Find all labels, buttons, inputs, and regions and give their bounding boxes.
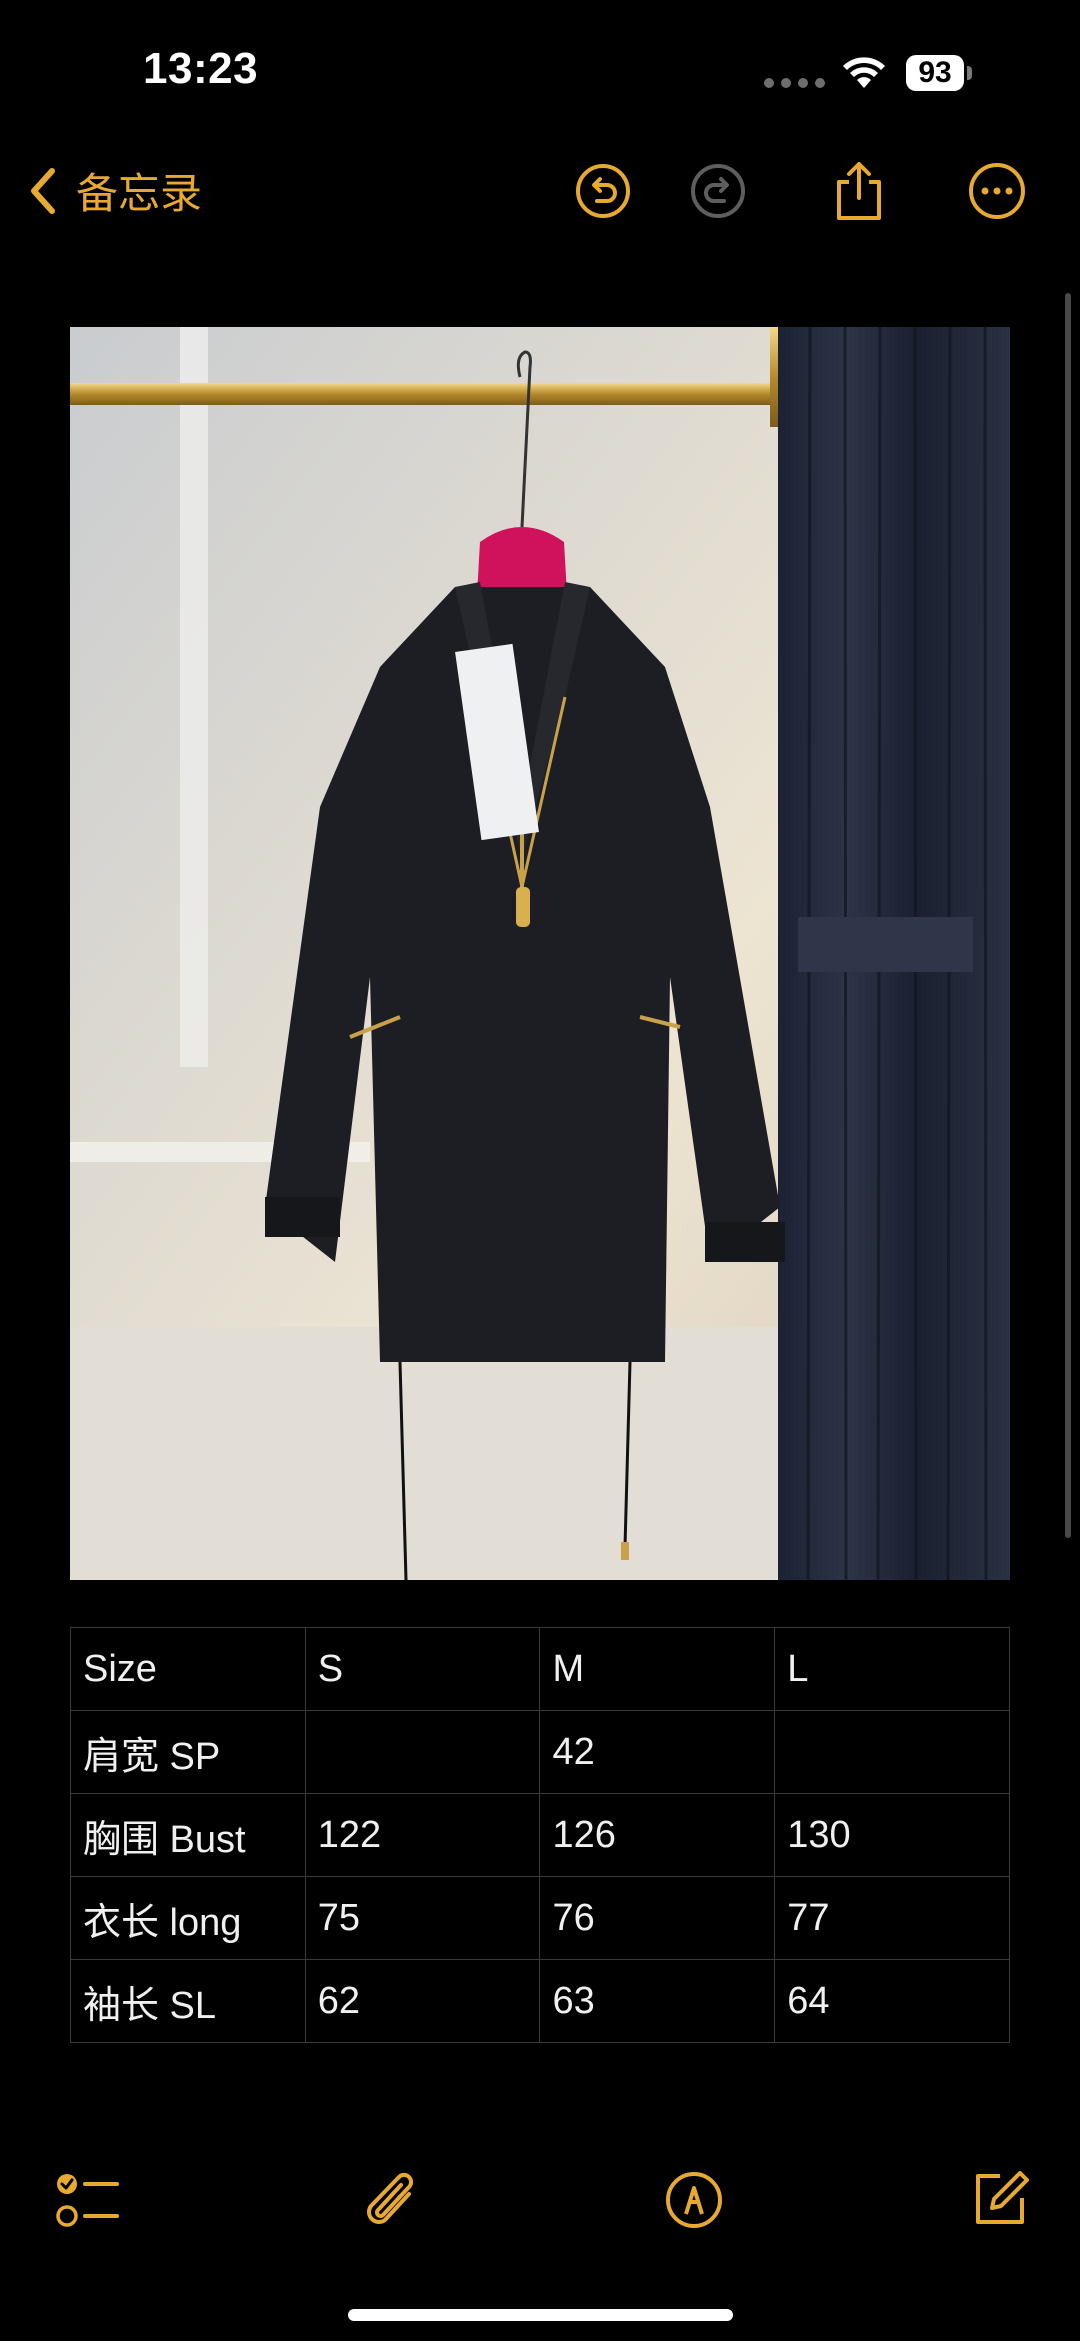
table-cell[interactable]: 126: [539, 1793, 776, 1877]
redo-icon[interactable]: [690, 163, 746, 219]
table-cell[interactable]: 衣长 long: [70, 1876, 306, 1960]
share-icon[interactable]: [831, 160, 887, 222]
status-time: 13:23: [143, 44, 259, 93]
scrollbar[interactable]: [1065, 293, 1071, 1538]
table-row: 胸围 Bust 122 126 130: [70, 1793, 1010, 1877]
home-indicator[interactable]: [348, 2309, 733, 2321]
undo-icon[interactable]: [575, 163, 631, 219]
signal-dots-icon: [764, 78, 825, 88]
markup-icon[interactable]: [664, 2170, 724, 2230]
table-cell[interactable]: 肩宽 SP: [70, 1710, 306, 1794]
back-label: 备忘录: [76, 170, 203, 217]
jacket-photo-illustration: [70, 327, 1010, 1580]
table-cell[interactable]: 胸围 Bust: [70, 1793, 306, 1877]
table-cell[interactable]: 64: [774, 1959, 1010, 2043]
table-cell[interactable]: 62: [304, 1959, 541, 2043]
table-cell[interactable]: 42: [539, 1710, 776, 1794]
table-row: Size S M L: [70, 1627, 1010, 1711]
compose-icon[interactable]: [970, 2168, 1030, 2230]
table-cell[interactable]: 袖长 SL: [70, 1959, 306, 2043]
table-cell[interactable]: [304, 1710, 541, 1794]
note-photo[interactable]: [70, 327, 1010, 1580]
more-icon[interactable]: [968, 162, 1026, 220]
attachment-icon[interactable]: [363, 2170, 421, 2232]
table-cell[interactable]: 77: [774, 1876, 1010, 1960]
table-cell[interactable]: 63: [539, 1959, 776, 2043]
table-cell[interactable]: S: [304, 1627, 541, 1711]
table-cell[interactable]: 130: [774, 1793, 1010, 1877]
table-row: 衣长 long 75 76 77: [70, 1876, 1010, 1960]
table-cell[interactable]: Size: [70, 1627, 306, 1711]
table-cell[interactable]: L: [774, 1627, 1010, 1711]
table-cell[interactable]: M: [539, 1627, 776, 1711]
chevron-left-icon: [31, 167, 55, 214]
back-button[interactable]: 备忘录: [30, 160, 202, 221]
size-table[interactable]: Size S M L 肩宽 SP 42 胸围 Bust 122 126 130 …: [70, 1627, 1010, 2043]
wifi-icon: [843, 57, 885, 88]
checklist-icon[interactable]: [55, 2170, 121, 2232]
battery-cap: [967, 66, 972, 80]
table-cell[interactable]: [774, 1710, 1010, 1794]
table-cell[interactable]: 75: [304, 1876, 541, 1960]
table-cell[interactable]: 76: [539, 1876, 776, 1960]
table-cell[interactable]: 122: [304, 1793, 541, 1877]
table-row: 袖长 SL 62 63 64: [70, 1959, 1010, 2043]
table-row: 肩宽 SP 42: [70, 1710, 1010, 1794]
battery-level: 93: [906, 55, 964, 91]
